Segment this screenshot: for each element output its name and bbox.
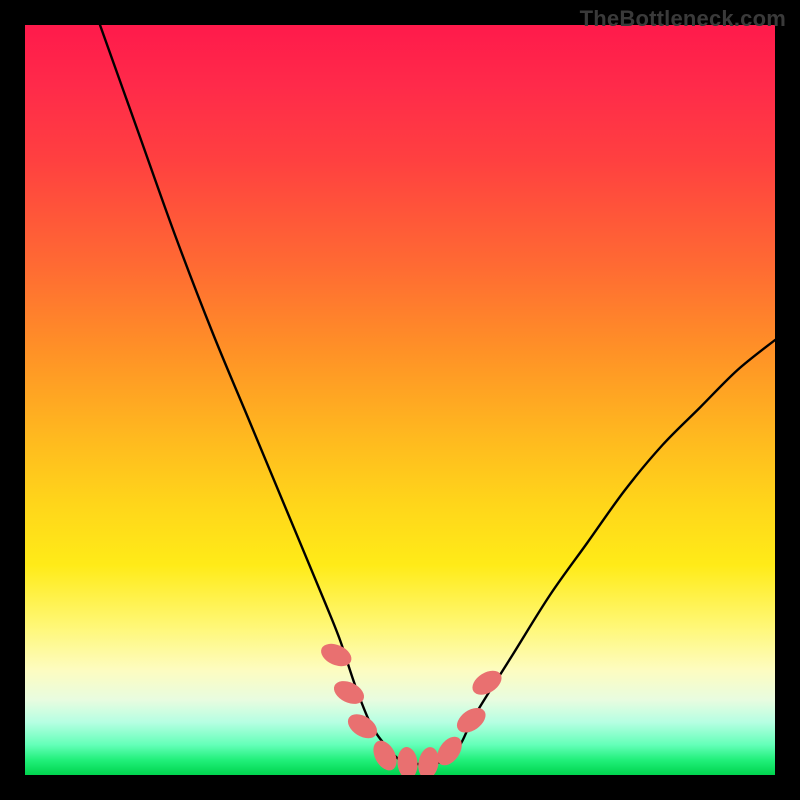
curve-marker (416, 746, 441, 775)
watermark-text: TheBottleneck.com (580, 6, 786, 32)
curve-marker (452, 703, 490, 738)
curve-marker (396, 746, 419, 775)
chart-frame: TheBottleneck.com (0, 0, 800, 800)
curve-marker (344, 709, 382, 743)
plot-area (25, 25, 775, 775)
curve-marker (369, 737, 402, 775)
curve-markers (318, 639, 506, 775)
curve-path (100, 25, 775, 764)
bottleneck-curve (25, 25, 775, 775)
